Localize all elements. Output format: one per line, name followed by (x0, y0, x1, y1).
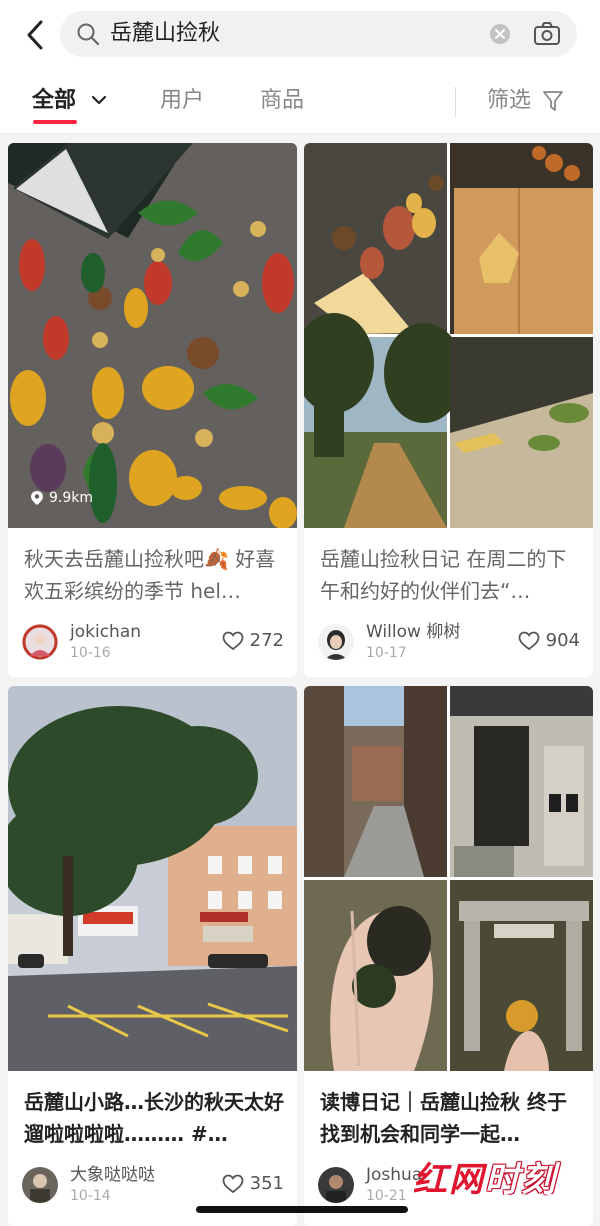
heart-icon (222, 631, 244, 650)
chevron-down-icon (91, 95, 107, 105)
like-count: 351 (249, 1173, 284, 1194)
cover-image[interactable] (304, 143, 593, 528)
clear-button[interactable] (490, 24, 510, 44)
watermark-brand-a: 红网 (413, 1160, 485, 1200)
like-count: 904 (545, 630, 580, 651)
post-date: 10-14 (70, 1188, 111, 1204)
author-row: jokichan 10-16 272 (22, 621, 284, 665)
filter-label: 筛选 (487, 88, 532, 113)
avatar[interactable] (318, 624, 354, 660)
clear-icon (495, 29, 505, 39)
tab-all[interactable]: 全部 (32, 85, 107, 117)
avatar[interactable] (22, 1167, 58, 1203)
like-button[interactable]: 351 (222, 1173, 284, 1194)
search-query[interactable]: 岳麓山捡秋 (110, 20, 220, 48)
note-card[interactable]: 9.9km 秋天去岳麓山捡秋吧🍂 好喜欢五彩缤纷的季节 hel… jokicha… (8, 143, 297, 677)
author-row: Willow 柳树 10-17 904 (318, 621, 580, 665)
tab-user[interactable]: 用户 (160, 85, 204, 117)
like-count: 272 (249, 630, 284, 651)
search-box[interactable]: 岳麓山捡秋 (60, 11, 577, 57)
avatar[interactable] (318, 1167, 354, 1203)
search-icon (77, 23, 100, 46)
filter-button[interactable]: 筛选 (487, 85, 563, 117)
post-date: 10-17 (366, 645, 407, 661)
tab-goods[interactable]: 商品 (260, 85, 304, 117)
author-name[interactable]: Willow 柳树 (366, 621, 460, 643)
note-title[interactable]: 读博日记｜岳麓山捡秋 终于找到机会和同学一起… (320, 1086, 582, 1150)
watermark-logo: 红网时刻 REDNET.CN (403, 1152, 583, 1214)
author-name[interactable]: jokichan (70, 621, 141, 643)
distance-badge: 9.9km (30, 487, 93, 509)
note-title[interactable]: 岳麓山捡秋日记 在周二的下午和约好的伙伴们去“… (320, 543, 582, 607)
post-date: 10-16 (70, 645, 111, 661)
location-pin-icon (31, 491, 43, 505)
cover-image[interactable] (304, 686, 593, 1071)
like-button[interactable]: 272 (222, 630, 284, 651)
like-button[interactable]: 904 (518, 630, 580, 651)
author-row: 大象哒哒哒 10-14 351 (22, 1164, 284, 1208)
back-button[interactable] (18, 16, 52, 54)
top-bar: 岳麓山捡秋 (0, 0, 600, 70)
note-card[interactable]: 岳麓山捡秋日记 在周二的下午和约好的伙伴们去“… Willow 柳树 10-17… (304, 143, 593, 677)
tab-divider (455, 87, 456, 117)
cover-image[interactable] (8, 686, 297, 1071)
avatar[interactable] (22, 624, 58, 660)
heart-icon (222, 1174, 244, 1193)
note-title[interactable]: 秋天去岳麓山捡秋吧🍂 好喜欢五彩缤纷的季节 hel… (24, 543, 286, 607)
heart-icon (518, 631, 540, 650)
home-indicator[interactable] (196, 1206, 408, 1213)
tab-all-label: 全部 (32, 88, 77, 113)
camera-icon[interactable] (533, 21, 561, 47)
cover-image[interactable]: 9.9km (8, 143, 297, 528)
distance-text: 9.9km (49, 490, 94, 506)
watermark-sub: REDNET.CN (503, 1192, 576, 1205)
filter-icon (543, 91, 563, 111)
note-title[interactable]: 岳麓山小路…长沙的秋天太好遛啦啦啦啦……… #… (24, 1086, 286, 1150)
post-date: 10-21 (366, 1188, 407, 1204)
note-card[interactable]: 读博日记｜岳麓山捡秋 终于找到机会和同学一起… Joshua 10-21 (304, 686, 593, 1226)
author-name[interactable]: 大象哒哒哒 (70, 1164, 155, 1186)
tab-bar: 全部 用户 商品 筛选 (0, 70, 600, 134)
active-tab-indicator (33, 120, 77, 124)
back-icon (27, 20, 43, 50)
note-card[interactable]: 岳麓山小路…长沙的秋天太好遛啦啦啦啦……… #… 大象哒哒哒 10-14 351 (8, 686, 297, 1226)
